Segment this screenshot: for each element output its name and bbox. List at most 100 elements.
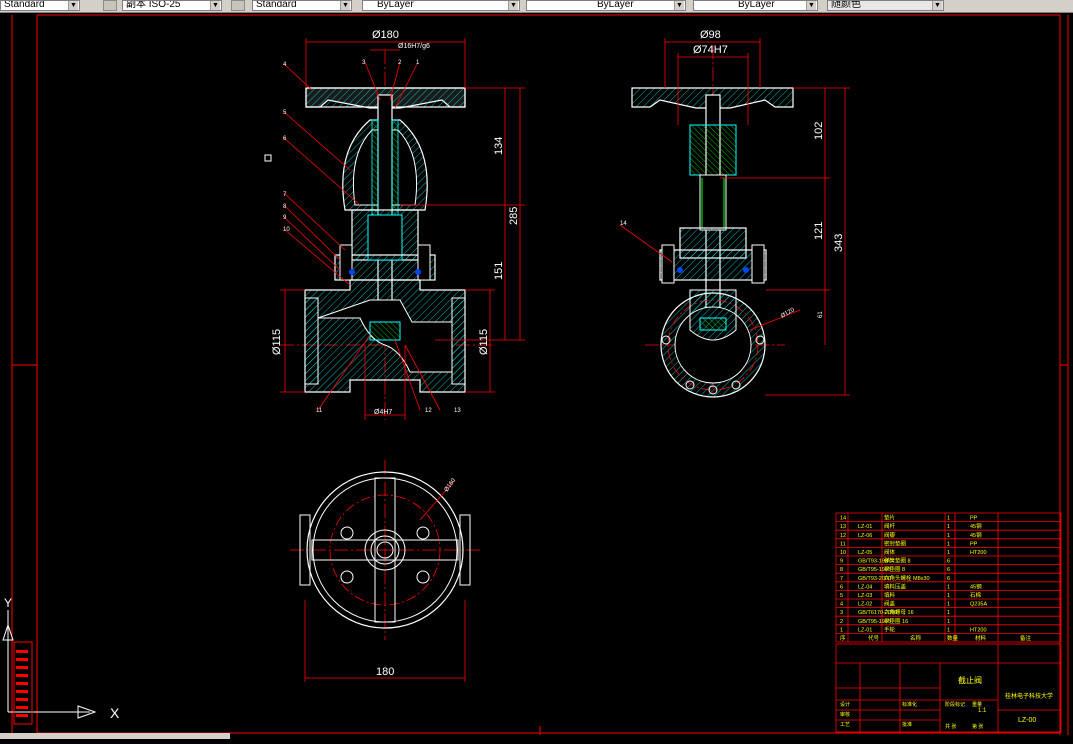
- callout-6: 6: [283, 136, 287, 142]
- dim-160: Ø160: [444, 477, 458, 493]
- bom-cell-qty: 1: [947, 584, 950, 590]
- top-view: 180 Ø160: [290, 460, 480, 682]
- bom-cell-name: 平垫圈 8: [884, 565, 905, 573]
- bom-cell-code: LZ-01: [858, 627, 872, 633]
- bom-cell-qty: 1: [947, 541, 950, 547]
- bom-cell-name: 弹簧垫圈 8: [884, 557, 911, 565]
- bom-cell-name: 填料压盖: [884, 582, 907, 590]
- chevron-down-icon[interactable]: ▼: [68, 1, 78, 10]
- bom-cell-no: 7: [840, 576, 843, 582]
- drawing-frame: [11, 14, 1069, 735]
- dim-style-icon[interactable]: [103, 0, 117, 11]
- bom-header-note: 备注: [1020, 634, 1032, 642]
- dim-180-top: 180: [376, 666, 394, 678]
- tb-label-review: 审核: [840, 711, 850, 718]
- front-view: Ø180 Ø16H7/g6 Ø115 Ø115 134 285 151 Ø4H7…: [264, 29, 525, 420]
- drawing-number: LZ-00: [1018, 717, 1036, 724]
- dim-98: Ø98: [700, 29, 721, 41]
- callout-1: 1: [416, 60, 420, 66]
- bom-cell-name: 六角螺母 16: [884, 608, 914, 616]
- lineweight-combo[interactable]: ByLayer ▼: [693, 0, 818, 11]
- dim-343: 343: [833, 234, 845, 252]
- bom-cell-qty: 1: [947, 593, 950, 599]
- bom-cell-name: 填料: [884, 591, 896, 599]
- model-space-canvas[interactable]: Ø180 Ø16H7/g6 Ø115 Ø115 134 285 151 Ø4H7…: [0, 12, 1073, 739]
- text-style-value: Standard: [4, 0, 45, 10]
- bom-cell-name: 阀瓣: [884, 531, 896, 539]
- dim-120: Ø120: [780, 307, 796, 320]
- bom-cell-qty: 1: [947, 627, 950, 633]
- bom-cell-no: 13: [840, 524, 846, 530]
- bom-cell-no: 14: [840, 516, 846, 522]
- linetype-combo[interactable]: ByLayer ▼: [526, 0, 686, 11]
- bom-cell-no: 8: [840, 567, 843, 573]
- ucs-axis-ticks: [16, 650, 28, 717]
- bom-cell-name: 平垫圈 16: [884, 617, 908, 625]
- tb-label-stage: 阶段标记: [945, 701, 965, 708]
- bom-header-code: 代号: [868, 634, 880, 642]
- plot-style-combo[interactable]: 随颜色 ▼: [827, 0, 944, 11]
- tb-label-weight: 重量: [972, 701, 982, 708]
- bom-cell-name: 手轮: [884, 625, 896, 633]
- tb-label-process: 工艺: [840, 722, 850, 728]
- callout-2: 2: [398, 60, 402, 66]
- callout-12: 12: [425, 408, 432, 414]
- tb-label-design: 设计: [840, 701, 850, 708]
- dim-115-left: Ø115: [271, 329, 283, 355]
- text-style-combo[interactable]: Standard ▼: [0, 0, 80, 11]
- color-combo[interactable]: ByLayer ▼: [362, 0, 520, 11]
- bom-cell-no: 3: [840, 610, 843, 616]
- bom-cell-qty: 6: [947, 559, 950, 565]
- chevron-down-icon[interactable]: ▼: [210, 1, 220, 10]
- grip-marker[interactable]: [264, 154, 272, 162]
- bom-cell-qty: 1: [947, 516, 950, 522]
- callout-11: 11: [316, 408, 323, 414]
- chevron-down-icon[interactable]: ▼: [508, 1, 518, 10]
- linetype-value: ByLayer: [597, 0, 634, 10]
- ucs-y-label: Y: [4, 596, 12, 610]
- bom-cell-mat: 石棉: [970, 591, 982, 599]
- bom-cell-name: 垫片: [884, 514, 895, 522]
- callout-4: 4: [283, 62, 287, 68]
- callout-10: 10: [283, 227, 290, 233]
- bom-header-qty: 数量: [947, 634, 959, 642]
- bom-cell-name: 阀体: [884, 548, 896, 556]
- bom-cell-qty: 1: [947, 533, 950, 539]
- bom-cell-no: 4: [840, 602, 843, 608]
- dim-4h7: Ø4H7: [374, 409, 392, 416]
- bom-cell-qty: 1: [947, 550, 950, 556]
- tb-label-std: 标准化: [902, 701, 917, 708]
- layout-tabs-bar[interactable]: [0, 733, 230, 739]
- title-label: 截止阀: [958, 675, 982, 685]
- bom-cell-mat: 45钢: [970, 522, 982, 530]
- bom-cell-no: 11: [840, 541, 846, 547]
- bom-cell-name: 密封垫圈: [884, 539, 907, 547]
- bom-cell-mat: PP: [970, 541, 978, 547]
- dim-102: 102: [813, 122, 825, 140]
- chevron-down-icon[interactable]: ▼: [932, 1, 942, 10]
- bom-cell-qty: 6: [947, 567, 950, 573]
- dim-style-value: 副本 ISO-25: [126, 0, 181, 10]
- chevron-down-icon[interactable]: ▼: [806, 1, 816, 10]
- bom-cell-qty: 1: [947, 524, 950, 530]
- chevron-down-icon[interactable]: ▼: [340, 1, 350, 10]
- bom-cell-mat: 45钢: [970, 582, 982, 590]
- bom-cell-mat: Q235A: [970, 602, 987, 608]
- tb-label-sheet: 第 张: [972, 723, 983, 730]
- chevron-down-icon[interactable]: ▼: [674, 1, 684, 10]
- bom-cell-mat: HT200: [970, 550, 987, 556]
- ucs-x-label: X: [110, 705, 120, 721]
- bom-cell-qty: 1: [947, 602, 950, 608]
- callout-14: 14: [620, 221, 627, 227]
- table-style-value: Standard: [256, 0, 297, 10]
- table-style-icon[interactable]: [231, 0, 245, 11]
- table-style-combo[interactable]: Standard ▼: [252, 0, 352, 11]
- dim-285: 285: [508, 207, 520, 225]
- dim-134: 134: [493, 137, 505, 155]
- dim-151: 151: [493, 262, 505, 280]
- dim-121: 121: [813, 222, 825, 240]
- dim-style-combo[interactable]: 副本 ISO-25 ▼: [122, 0, 222, 11]
- dim-115-right: Ø115: [478, 329, 490, 355]
- bom-header-no: 序: [840, 634, 846, 642]
- bom-cell-no: 9: [840, 559, 843, 565]
